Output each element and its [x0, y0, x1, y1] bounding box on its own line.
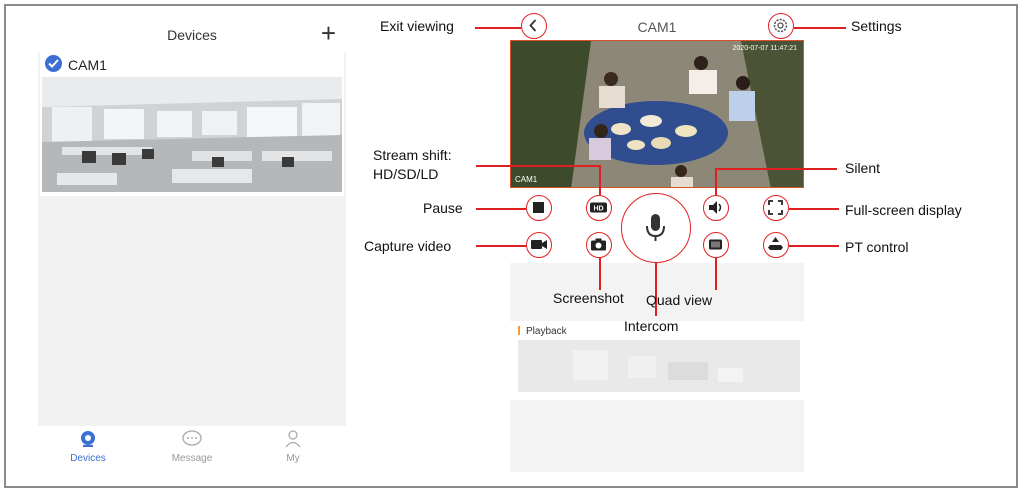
page-title: CAM1 [637, 19, 677, 35]
annotation-pt-control: PT control [845, 239, 909, 255]
intercom-button[interactable] [621, 193, 691, 263]
annotation-stream-shift-line1: Stream shift: [373, 147, 452, 163]
live-header: CAM1 [510, 12, 804, 40]
plus-icon[interactable]: + [321, 20, 336, 46]
check-icon [45, 55, 62, 72]
video-channel-label: CAM1 [515, 175, 538, 184]
leader-silent-h [716, 168, 837, 170]
hd-text: HD [593, 206, 603, 213]
gear-icon [773, 18, 788, 33]
annotation-pause: Pause [423, 200, 463, 216]
leader-stream-shift-v [599, 165, 601, 195]
speaker-icon [709, 201, 722, 214]
leader-quad [715, 258, 717, 290]
annotation-silent: Silent [845, 160, 881, 176]
annotation-quad-view: Quad view [646, 292, 713, 308]
pt-arrows-icon [768, 237, 783, 250]
annotation-intercom: Intercom [624, 318, 679, 334]
person-icon [285, 430, 301, 448]
tab-devices[interactable]: Devices [38, 430, 138, 464]
leader-settings [794, 27, 846, 29]
annotation-settings: Settings [851, 18, 902, 34]
device-card[interactable]: CAM1 [40, 52, 344, 196]
pause-button[interactable] [526, 195, 552, 221]
settings-button[interactable] [768, 13, 794, 39]
pt-control-button[interactable] [763, 232, 789, 258]
leader-silent-v [715, 168, 717, 195]
stream-shift-button[interactable]: HD [586, 195, 612, 221]
playback-timeline[interactable] [518, 340, 800, 392]
quad-view-button[interactable] [703, 232, 729, 258]
leader-exit [475, 27, 521, 29]
device-list: CAM1 [38, 52, 346, 426]
quad-view-icon [709, 239, 722, 250]
leader-stream-shift-h [476, 165, 600, 167]
device-thumbnail[interactable] [42, 77, 342, 192]
screenshot-button[interactable] [586, 232, 612, 258]
back-button[interactable] [521, 13, 547, 39]
annotation-full-screen: Full-screen display [845, 202, 962, 218]
photo-camera-icon [591, 238, 606, 251]
tab-label: Devices [70, 453, 106, 464]
video-timestamp: 2020-07-07 11:47:21 [732, 45, 797, 52]
leader-screenshot [599, 258, 601, 290]
capture-video-button[interactable] [526, 232, 552, 258]
annotation-stream-shift: Stream shift: HD/SD/LD [373, 146, 452, 184]
bottom-panel [510, 400, 804, 472]
tab-label: My [286, 453, 300, 464]
tab-label: Message [171, 453, 213, 464]
tab-message[interactable]: Message [142, 430, 242, 464]
leader-intercom [655, 263, 657, 316]
device-name: CAM1 [68, 57, 107, 73]
playback-title: Playback [518, 326, 567, 337]
microphone-icon [646, 214, 665, 241]
annotation-screenshot: Screenshot [553, 290, 624, 306]
annotation-stream-shift-line2: HD/SD/LD [373, 166, 439, 182]
leader-pt [789, 245, 839, 247]
camera-icon [81, 431, 95, 447]
full-screen-button[interactable] [763, 195, 789, 221]
annotation-capture-video: Capture video [364, 238, 452, 254]
chat-icon [182, 430, 202, 446]
video-camera-icon [531, 240, 547, 249]
annotation-exit-viewing: Exit viewing [380, 18, 454, 34]
stop-square-icon [533, 202, 544, 213]
leader-full-screen [789, 208, 839, 210]
page-title: Devices [167, 27, 217, 43]
silent-button[interactable] [703, 195, 729, 221]
devices-screen: Devices + CAM1 Devices Message My [38, 16, 346, 474]
chevron-left-icon [529, 19, 537, 32]
devices-header: Devices + [38, 16, 346, 52]
tab-my[interactable]: My [243, 430, 343, 464]
hd-icon: HD [590, 202, 607, 213]
leader-capture [476, 245, 526, 247]
expand-icon [768, 200, 783, 215]
bottom-tab-bar: Devices Message My [38, 426, 346, 474]
leader-pause [476, 208, 526, 210]
